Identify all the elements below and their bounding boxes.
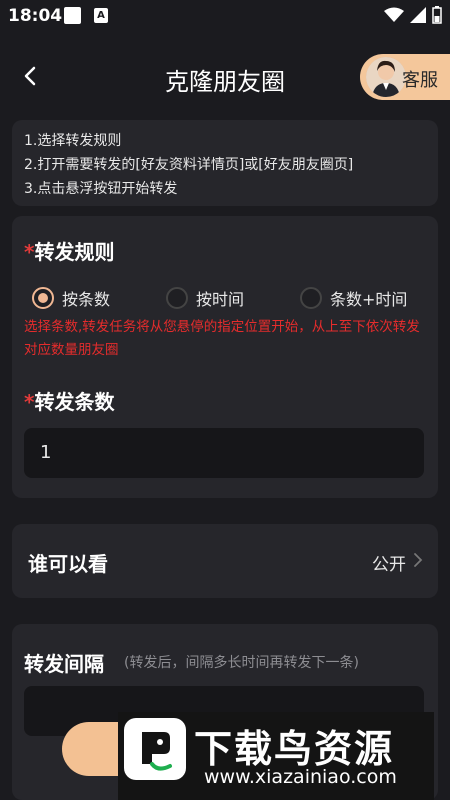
radio-unchecked-icon	[300, 287, 322, 309]
radio-label: 按时间	[196, 290, 245, 309]
radio-by-time[interactable]: 按时间	[166, 286, 244, 310]
visibility-label: 谁可以看	[28, 552, 108, 576]
notification-a-icon: A	[94, 8, 108, 23]
interval-hint: (转发后，间隔多长时间再转发下一条)	[124, 655, 359, 671]
service-label: 客服	[402, 70, 438, 91]
customer-service-button[interactable]: 客服	[360, 54, 450, 100]
battery-icon	[432, 6, 442, 24]
watermark-name: 下载鸟资源	[194, 727, 395, 771]
radio-checked-icon	[32, 287, 54, 309]
forward-count-heading: *转发条数	[24, 386, 114, 415]
forward-rule-options: 按条数 按时间 条数+时间	[32, 286, 432, 312]
forward-rule-heading: *转发规则	[24, 236, 114, 265]
radio-label: 条数+时间	[330, 290, 408, 309]
forward-count-value: 1	[40, 442, 52, 463]
wifi-icon	[384, 7, 404, 22]
forward-count-title: 转发条数	[34, 390, 115, 414]
instruction-line: 3.点击悬浮按钮开始转发	[24, 181, 178, 197]
interval-label: 转发间隔	[24, 652, 104, 676]
required-mark: *	[24, 240, 35, 264]
chevron-right-icon	[414, 553, 423, 567]
signal-icon	[410, 7, 426, 23]
service-avatar	[366, 57, 406, 97]
forward-count-input[interactable]: 1	[24, 428, 424, 478]
instructions-card: 1.选择转发规则 2.打开需要转发的[好友资料详情页]或[好友朋友圈页] 3.点…	[12, 120, 438, 206]
watermark-url: www.xiazainiao.com	[204, 766, 397, 788]
instruction-line: 2.打开需要转发的[好友资料详情页]或[好友朋友圈页]	[24, 157, 354, 173]
radio-count-and-time[interactable]: 条数+时间	[300, 286, 407, 310]
status-icons	[384, 6, 442, 24]
status-time: 18:04	[8, 6, 63, 26]
instruction-line: 1.选择转发规则	[24, 133, 122, 149]
forward-rule-title: 转发规则	[34, 240, 115, 264]
watermark: 下载鸟资源 www.xiazainiao.com	[118, 712, 434, 800]
forward-rule-hint: 选择条数,转发任务将从您悬停的指定位置开始，从上至下依次转发对应数量朋友圈	[24, 319, 420, 358]
notification-icon	[64, 7, 81, 24]
radio-unchecked-icon	[166, 287, 188, 309]
radio-by-count[interactable]: 按条数	[32, 286, 110, 310]
forward-settings-card: *转发规则 按条数 按时间 条数+时间 选择条数,转发任务将从您悬停的指定位置开…	[12, 216, 438, 498]
visibility-row[interactable]: 谁可以看 公开	[12, 524, 438, 598]
status-bar: 18:04 A	[0, 0, 450, 32]
radio-label: 按条数	[62, 290, 111, 309]
visibility-value: 公开	[372, 555, 406, 575]
required-mark: *	[24, 390, 35, 414]
bird-logo-icon	[124, 718, 186, 780]
title-bar: 克隆朋友圈 客服	[0, 50, 450, 106]
